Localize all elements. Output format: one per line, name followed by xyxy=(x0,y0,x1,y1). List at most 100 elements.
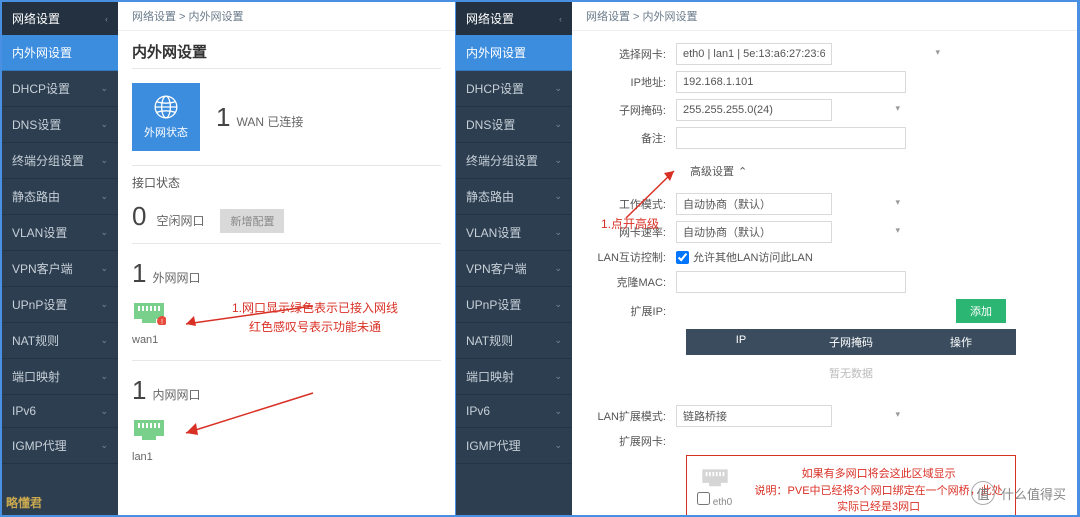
nic-select[interactable] xyxy=(676,43,832,65)
th-op: 操作 xyxy=(906,329,1016,355)
nic-label: 选择网卡: xyxy=(586,46,676,62)
sidebar-item[interactable]: 静态路由 ⌄ xyxy=(2,179,118,215)
chevron-down-icon: ⌄ xyxy=(554,119,562,130)
lan-access-checkbox[interactable] xyxy=(676,251,689,264)
sidebar-item-label: DHCP设置 xyxy=(12,80,70,97)
sidebar-item[interactable]: IPv6 ⌄ xyxy=(2,395,118,428)
chevron-down-icon: ⌄ xyxy=(554,263,562,274)
wan-tile-label: 外网状态 xyxy=(144,124,188,140)
sidebar-item[interactable]: UPnP设置 ⌄ xyxy=(456,287,572,323)
chevron-down-icon: ⌄ xyxy=(554,299,562,310)
wan-port-name: wan1 xyxy=(132,334,182,346)
remark-input[interactable] xyxy=(676,127,906,149)
annotation-box: 如果有多网口将会这此区域显示 说明：PVE中已经将3个网口绑定在一个网桥，此处实… xyxy=(752,466,1005,515)
sidebar-item-label: 终端分组设置 xyxy=(12,152,84,169)
sidebar-item[interactable]: 终端分组设置 ⌄ xyxy=(2,143,118,179)
ext-count: 1 xyxy=(132,258,146,289)
wan-count: 1 xyxy=(216,102,230,133)
ethernet-port-icon[interactable] xyxy=(132,416,166,442)
sidebar-item-label: UPnP设置 xyxy=(466,296,521,313)
clone-mac-label: 克隆MAC: xyxy=(586,274,676,290)
sidebar-item-label: 端口映射 xyxy=(12,368,60,385)
chevron-down-icon: ⌄ xyxy=(100,227,108,238)
wan-status-tile[interactable]: 外网状态 xyxy=(132,83,200,151)
sidebar-item[interactable]: DNS设置⌄ xyxy=(456,107,572,143)
caret-up-icon: ⌃ xyxy=(738,165,747,178)
sidebar-item-label: NAT规则 xyxy=(12,332,59,349)
sidebar-item[interactable]: DHCP设置⌄ xyxy=(2,71,118,107)
chevron-down-icon: ⌄ xyxy=(100,191,108,202)
ethernet-port-icon[interactable] xyxy=(700,466,730,488)
chevron-down-icon: ⌄ xyxy=(554,371,562,382)
sidebar-item[interactable]: 终端分组设置⌄ xyxy=(456,143,572,179)
sidebar-item[interactable]: NAT规则⌄ xyxy=(2,323,118,359)
sidebar-item-label: IPv6 xyxy=(12,404,36,418)
sidebar-item-label: 静态路由 xyxy=(12,188,60,205)
sidebar-item[interactable]: UPnP设置 ⌄ xyxy=(2,287,118,323)
lan-access-check[interactable]: 允许其他LAN访问此LAN xyxy=(676,249,813,265)
chevron-left-icon: ‹ xyxy=(105,14,108,24)
sidebar-item[interactable]: VLAN设置⌄ xyxy=(456,215,572,251)
mode-select[interactable] xyxy=(676,193,832,215)
sidebar-item-label: 内外网设置 xyxy=(12,44,72,61)
ext-nic-checkbox[interactable] xyxy=(697,492,710,505)
speed-select[interactable] xyxy=(676,221,832,243)
chevron-down-icon: ⌄ xyxy=(554,191,562,202)
arrow-icon xyxy=(606,163,686,223)
sidebar-item[interactable]: DNS设置⌄ xyxy=(2,107,118,143)
sidebar-item-label: VLAN设置 xyxy=(466,224,521,241)
page-title: 内外网设置 xyxy=(118,31,455,68)
arrow-icon xyxy=(178,391,318,441)
chevron-down-icon: ⌄ xyxy=(100,155,108,166)
sidebar-item-label: IGMP代理 xyxy=(12,437,67,454)
chevron-left-icon: ‹ xyxy=(559,14,562,24)
advanced-toggle[interactable]: 高级设置 ⌃ xyxy=(676,155,761,187)
ext-nic-item[interactable]: eth0 xyxy=(697,492,732,508)
clone-mac-input[interactable] xyxy=(676,271,906,293)
sidebar-item-label: VPN客户端 xyxy=(12,260,73,277)
ext-ip-table-header: IP 子网掩码 操作 xyxy=(686,329,1016,355)
add-ip-button[interactable]: 添加 xyxy=(956,299,1006,323)
sidebar-item[interactable]: 端口映射⌄ xyxy=(2,359,118,395)
lan-ext-select[interactable] xyxy=(676,405,832,427)
chevron-down-icon: ⌄ xyxy=(100,119,108,130)
breadcrumb: 网络设置 > 内外网设置 xyxy=(572,2,1077,31)
wan-status-text: WAN 已连接 xyxy=(236,113,303,130)
mask-select[interactable] xyxy=(676,99,832,121)
ext-ip-label: 扩展IP: xyxy=(586,303,676,319)
sidebar-item[interactable]: DHCP设置⌄ xyxy=(456,71,572,107)
sidebar-item[interactable]: VLAN设置⌄ xyxy=(2,215,118,251)
sidebar-item[interactable]: 静态路由 ⌄ xyxy=(456,179,572,215)
sidebar-header-label: 网络设置 xyxy=(466,10,514,27)
sidebar-item-label: 终端分组设置 xyxy=(466,152,538,169)
ip-input[interactable] xyxy=(676,71,906,93)
ip-label: IP地址: xyxy=(586,74,676,90)
ethernet-port-icon[interactable]: ! xyxy=(132,299,166,325)
ext-nic-label: 扩展网卡: xyxy=(586,433,676,449)
sidebar-item[interactable]: 内外网设置 xyxy=(456,35,572,71)
sidebar-item-label: IPv6 xyxy=(466,404,490,418)
idle-count: 0 xyxy=(132,201,146,232)
sidebar-item[interactable]: 内外网设置 xyxy=(2,35,118,71)
sidebar-left: 网络设置 ‹ 内外网设置DHCP设置⌄DNS设置⌄终端分组设置⌄静态路由⌄VLA… xyxy=(2,2,118,515)
idle-label: 空闲网口 xyxy=(156,212,204,229)
corner-tag: 略懂君 xyxy=(6,494,42,511)
sidebar-item[interactable]: IGMP代理⌄ xyxy=(2,428,118,464)
add-config-button[interactable]: 新增配置 xyxy=(220,209,284,233)
sidebar-item[interactable]: IPv6⌄ xyxy=(456,395,572,428)
lan-access-label: LAN互访控制: xyxy=(586,249,676,265)
chevron-down-icon: ⌄ xyxy=(100,406,108,417)
sidebar-item[interactable]: VPN客户端⌄ xyxy=(456,251,572,287)
sidebar-item[interactable]: VPN客户端⌄ xyxy=(2,251,118,287)
breadcrumb: 网络设置 > 内外网设置 xyxy=(118,2,455,31)
lan-port-name: lan1 xyxy=(132,451,182,463)
sidebar-item[interactable]: 端口映射⌄ xyxy=(456,359,572,395)
sidebar-item-label: 静态路由 xyxy=(466,188,514,205)
mask-label: 子网掩码: xyxy=(586,102,676,118)
sidebar-item[interactable]: IGMP代理⌄ xyxy=(456,428,572,464)
sidebar-header[interactable]: 网络设置 ‹ xyxy=(456,2,572,35)
sidebar-item[interactable]: NAT规则⌄ xyxy=(456,323,572,359)
sidebar-item-label: UPnP设置 xyxy=(12,296,67,313)
sidebar-header[interactable]: 网络设置 ‹ xyxy=(2,2,118,35)
chevron-down-icon: ⌄ xyxy=(100,299,108,310)
